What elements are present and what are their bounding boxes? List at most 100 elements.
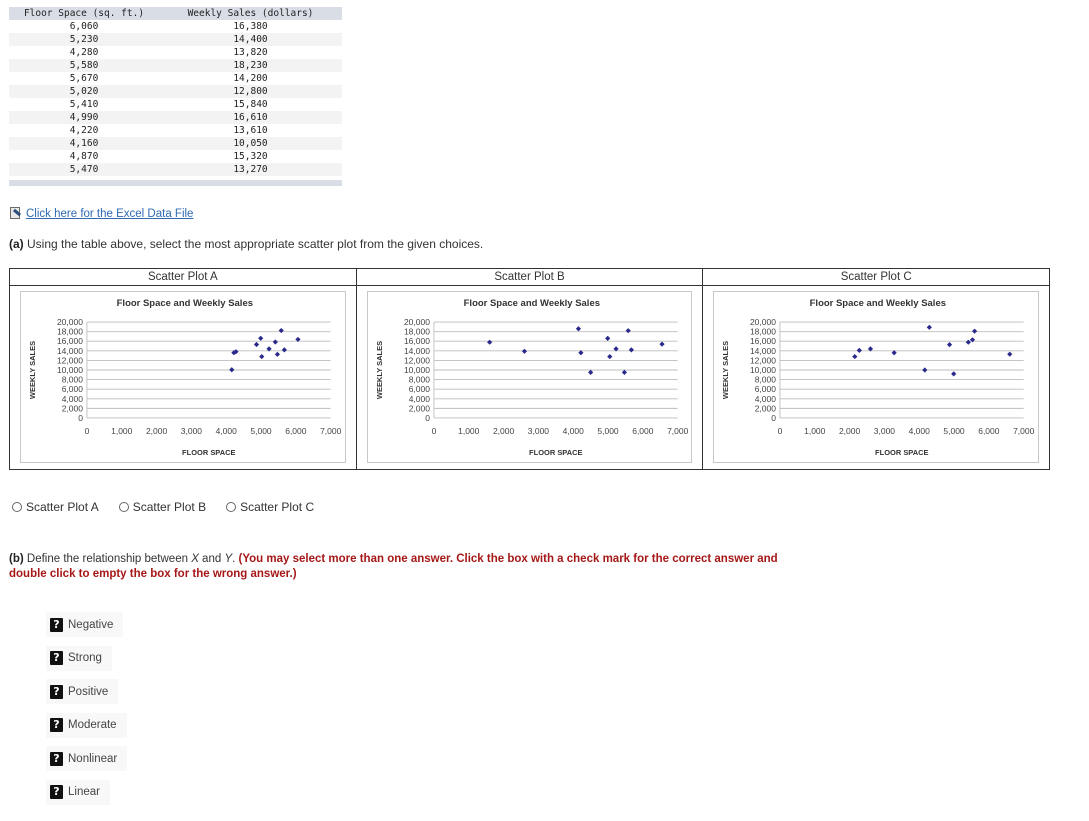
scatter-plot-b-cell: Scatter Plot B Floor Space and Weekly Sa… (356, 269, 704, 469)
data-point (966, 339, 972, 345)
table-row: 6,060 16,380 (9, 20, 342, 33)
floor-space-cell: 5,580 (9, 59, 159, 72)
x-tick-label: 0 (85, 426, 90, 436)
question-mark-icon[interactable]: ? (50, 651, 63, 665)
y-tick-label: 10,000 (750, 365, 776, 375)
question-mark-icon[interactable]: ? (50, 684, 63, 699)
data-point (922, 367, 928, 373)
scatter-plot-b-chart: Floor Space and Weekly Sales 20,00018,000… (375, 298, 689, 457)
option-strong[interactable]: ? Strong (46, 645, 112, 671)
y-tick-label: 10,000 (57, 365, 83, 375)
option-negative[interactable]: ? Negative (46, 612, 124, 637)
data-point (259, 353, 265, 360)
weekly-sales-cell: 15,840 (233, 99, 268, 110)
scatter-plot-c-frame: Floor Space and Weekly Sales 20,000 18,000… (713, 291, 1040, 463)
weekly-sales-cell: 13,610 (233, 125, 268, 136)
x-tick-label: 3,000 (874, 426, 896, 436)
chart-title: Floor Space and Weekly Sales (117, 298, 253, 309)
scatter-plot-c-chart: Floor Space and Weekly Sales 20,00018,000… (721, 298, 1035, 457)
x-tick-label: 4,000 (562, 426, 584, 436)
data-point (628, 347, 634, 353)
excel-data-file-link[interactable]: Click here for the Excel Data File (9, 207, 193, 220)
table-row: 5,020 12,800 (9, 85, 342, 98)
x-tick-label: 2,000 (146, 426, 168, 436)
data-point (621, 369, 627, 376)
x-tick-label: 3,000 (527, 426, 549, 436)
data-point (947, 341, 953, 348)
y-tick-label: 0 (772, 413, 777, 423)
question-b-prefix: (b) (9, 553, 24, 565)
radio-label[interactable]: Scatter Plot C (240, 500, 314, 514)
floor-space-cell: 4,280 (69, 47, 99, 58)
x-tick-label: 1,000 (458, 426, 480, 436)
floor-space-cell: 4,870 (69, 151, 99, 162)
radio-circle-icon[interactable] (12, 502, 22, 512)
data-point (253, 341, 260, 348)
weekly-sales-cell: 16,380 (233, 21, 268, 32)
variable-y: Y (224, 553, 233, 565)
x-tick-label: 6,000 (632, 426, 654, 436)
option-label: Negative (68, 618, 114, 631)
weekly-sales-cell: 12,800 (159, 85, 342, 98)
data-point (927, 324, 933, 330)
floor-space-cell: 5,470 (9, 163, 159, 176)
table-row: 5,580 18,230 (9, 59, 342, 72)
y-tick-label: 6,000 (408, 384, 430, 394)
option-nonlinear[interactable]: ? Nonlinear (46, 746, 128, 771)
y-tick-label: 14,000 (404, 346, 430, 356)
y-axis-label: WEEKLY SALES (28, 341, 37, 399)
data-point (951, 371, 957, 377)
table-row: 5,470 13,270 (9, 163, 342, 176)
table-row: 4,280 13,820 (9, 46, 342, 59)
question-a: (a) Using the table above, select the mo… (9, 237, 483, 251)
radio-scatter-plot-c[interactable]: Scatter Plot C (226, 500, 314, 514)
radio-circle-icon[interactable] (226, 502, 237, 512)
floor-space-cell: 5,410 (69, 99, 99, 110)
x-tick-label: 1,000 (804, 426, 826, 436)
option-positive[interactable]: ? Positive (46, 679, 119, 704)
data-point (852, 353, 858, 360)
option-label: Strong (68, 652, 102, 664)
option-moderate[interactable]: ? Moderate (46, 712, 127, 738)
weekly-sales-cell: 16,610 (159, 111, 342, 124)
y-tick-label: 2,000 (62, 403, 84, 413)
radio-scatter-plot-b[interactable]: Scatter Plot B (118, 500, 206, 514)
data-point (575, 326, 581, 332)
weekly-sales-cell: 18,230 (159, 59, 342, 72)
y-tick-label: 18,000 (750, 327, 776, 337)
radio-scatter-plot-a[interactable]: Scatter Plot A (12, 500, 99, 514)
floor-space-cell: 4,160 (9, 137, 159, 150)
table-row: 4,990 16,610 (9, 111, 342, 124)
floor-space-cell: 5,230 (9, 33, 159, 46)
x-tick-label: 2,000 (839, 426, 861, 436)
floor-space-cell: 4,220 (69, 125, 99, 136)
radio-label[interactable]: Scatter Plot A (26, 500, 99, 514)
data-point (1007, 351, 1013, 357)
y-tick-label: 16,000 (750, 336, 776, 346)
question-mark-icon[interactable]: ? (50, 751, 63, 766)
y-tick-label: 10,000 (404, 365, 430, 375)
y-tick-label: 0 (78, 413, 83, 423)
y-tick-label: 6,000 (62, 384, 84, 394)
radio-label[interactable]: Scatter Plot B (133, 500, 206, 514)
y-tick-label: 4,000 (755, 394, 777, 404)
data-point (274, 351, 281, 357)
y-tick-label: 12,000 (750, 355, 776, 365)
radio-circle-icon[interactable] (118, 502, 129, 512)
x-tick-label: 4,000 (909, 426, 931, 436)
data-point (659, 341, 665, 347)
question-mark-icon[interactable]: ? (50, 617, 63, 632)
data-point (281, 347, 287, 353)
scatter-plot-c-title: Scatter Plot C (703, 269, 1050, 286)
y-tick-label: 4,000 (62, 394, 84, 404)
option-linear[interactable]: ? Linear (46, 779, 110, 805)
x-axis-label: FLOOR SPACE (875, 448, 929, 457)
question-mark-icon[interactable]: ? (50, 785, 63, 799)
data-point (604, 335, 610, 341)
y-tick-label: 12,000 (57, 355, 83, 365)
table-row: 5,670 14,200 (9, 72, 342, 85)
excel-link-label[interactable]: Click here for the Excel Data File (26, 208, 193, 220)
scatter-plot-a-cell: Scatter Plot A Floor Space and Weekly Sa… (10, 269, 357, 469)
table-body: 6,060 16,380 5,230 14,400 4,280 13,820 5,580 18… (9, 20, 342, 176)
question-mark-icon[interactable]: ? (50, 718, 63, 732)
